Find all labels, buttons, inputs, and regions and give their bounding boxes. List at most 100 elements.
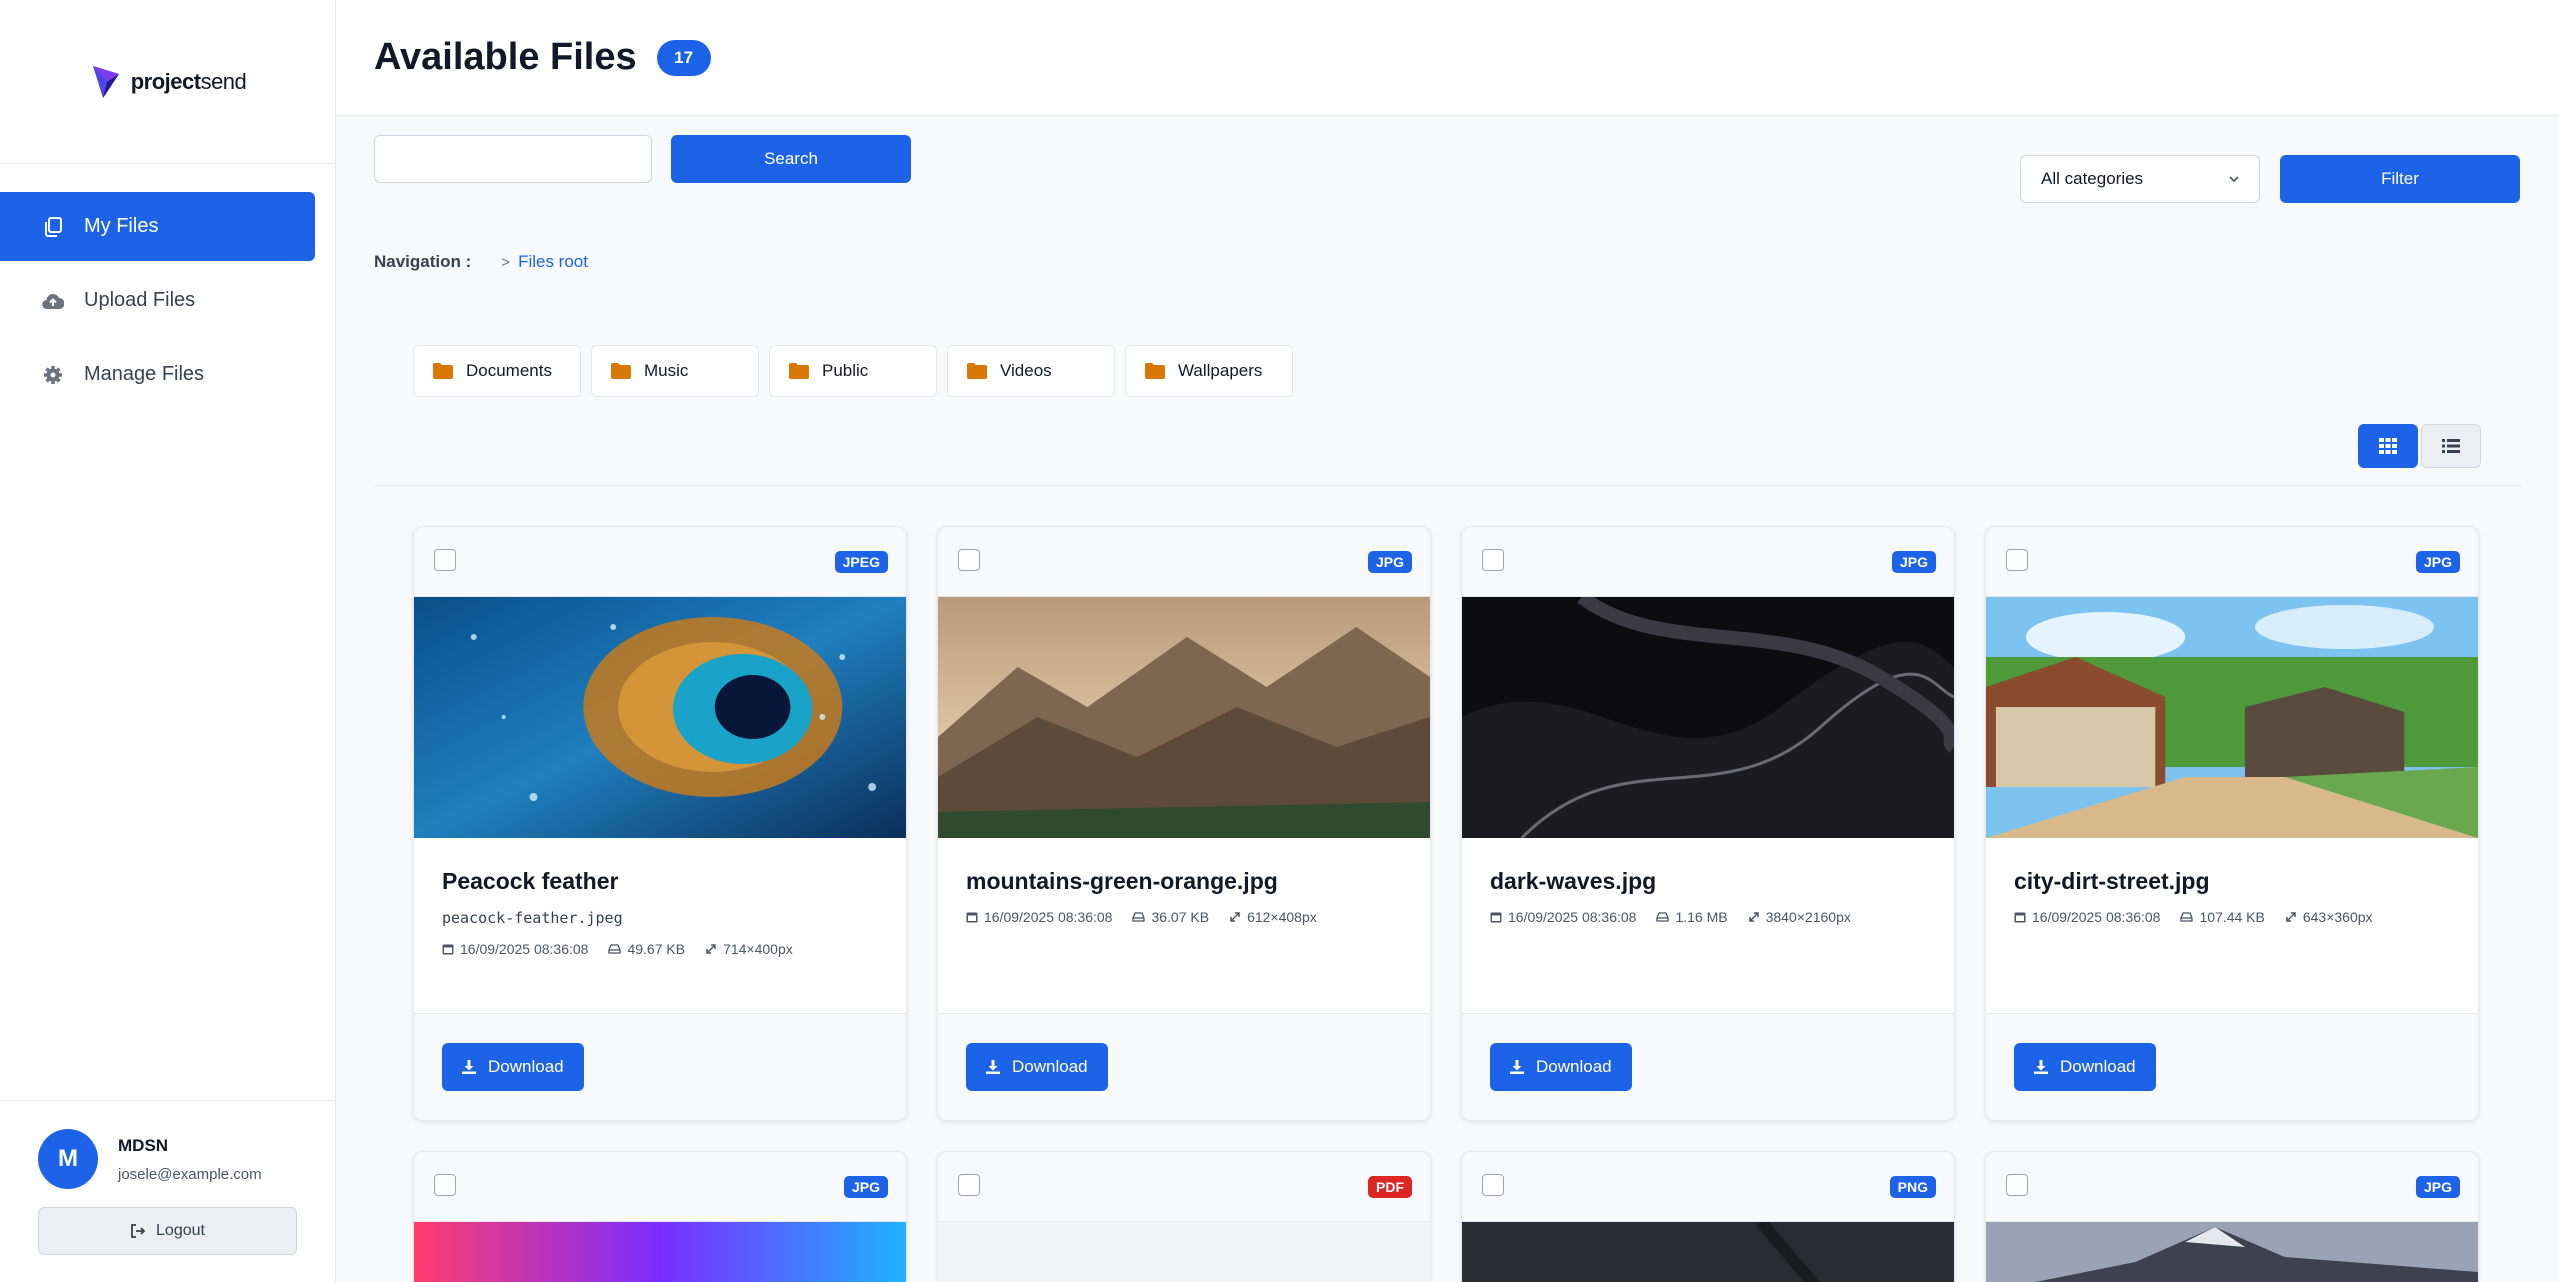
file-grid: JPEG Peacock feather peacock-feather.jpe… <box>413 526 2479 1282</box>
file-size: 1.16 MB <box>1675 909 1728 925</box>
folder-wallpapers[interactable]: Wallpapers <box>1125 345 1293 397</box>
download-icon <box>1510 1060 1524 1074</box>
user-name: MDSN <box>118 1135 169 1155</box>
view-toggle <box>2358 424 2481 468</box>
gear-icon <box>42 364 64 386</box>
download-label: Download <box>488 1057 564 1076</box>
file-card: JPG city-dirt-street.jpg 16/09/2025 08:3… <box>1985 526 2479 1121</box>
download-button[interactable]: Download <box>966 1043 1108 1091</box>
select-checkbox[interactable] <box>1482 549 1504 571</box>
file-thumbnail[interactable] <box>1462 597 1954 838</box>
file-type-badge: PNG <box>1889 1176 1936 1198</box>
select-checkbox[interactable] <box>958 1174 980 1196</box>
list-view-button[interactable] <box>2421 424 2481 468</box>
file-thumbnail[interactable] <box>1462 1222 1954 1282</box>
page-header: Available Files 17 <box>336 0 2559 116</box>
file-thumbnail[interactable] <box>1986 1222 2478 1282</box>
download-label: Download <box>1012 1057 1088 1076</box>
download-label: Download <box>1536 1057 1612 1076</box>
file-dimensions: 714×400px <box>723 941 793 957</box>
folder-label: Videos <box>1000 361 1052 380</box>
file-type-badge: JPEG <box>834 551 888 573</box>
download-icon <box>462 1060 476 1074</box>
file-meta: 16/09/2025 08:36:08 36.07 KB 612×408px <box>966 909 1402 925</box>
calendar-icon <box>966 912 978 923</box>
file-type-badge: JPG <box>843 1176 888 1198</box>
hard-drive-icon <box>1656 912 1670 922</box>
expand-icon <box>706 944 716 954</box>
folder-icon <box>1145 363 1165 379</box>
logout-button[interactable]: Logout <box>38 1207 297 1255</box>
breadcrumb-label: Navigation : <box>374 252 472 271</box>
sidebar-item-my-files[interactable]: My Files <box>0 192 315 261</box>
sidebar-item-label: Upload Files <box>84 289 196 311</box>
download-button[interactable]: Download <box>2014 1043 2156 1091</box>
search-input[interactable] <box>374 135 652 183</box>
folder-public[interactable]: Public <box>769 345 937 397</box>
file-card: JPG mountains-green-orange.jpg 16/09/202… <box>937 526 1431 1121</box>
select-checkbox[interactable] <box>1482 1174 1504 1196</box>
folder-documents[interactable]: Documents <box>413 345 581 397</box>
file-thumbnail[interactable] <box>938 597 1430 838</box>
file-meta: 16/09/2025 08:36:08 49.67 KB 714×400px <box>442 941 878 957</box>
file-dimensions: 643×360px <box>2302 909 2373 925</box>
hard-drive-icon <box>608 944 622 954</box>
file-thumbnail[interactable] <box>414 1222 906 1282</box>
file-thumbnail-placeholder[interactable] <box>938 1222 1430 1282</box>
expand-icon <box>1748 912 1759 922</box>
main-content: Available Files 17 Search All categories… <box>336 0 2559 1282</box>
folder-label: Music <box>644 361 689 380</box>
sidebar-item-manage-files[interactable]: Manage Files <box>0 340 315 409</box>
files-icon <box>42 216 64 238</box>
select-checkbox[interactable] <box>434 549 456 571</box>
folder-music[interactable]: Music <box>591 345 759 397</box>
file-count-badge: 17 <box>656 39 711 76</box>
file-card: JPG dark-waves.jpg 16/09/2025 08:36:08 1… <box>1461 526 1955 1121</box>
breadcrumb-separator: > <box>501 253 511 271</box>
file-size: 107.44 KB <box>2199 909 2265 925</box>
file-date: 16/09/2025 08:36:08 <box>2032 909 2161 925</box>
file-size: 36.07 KB <box>1151 909 1210 925</box>
file-original-name: peacock-feather.jpeg <box>442 909 623 927</box>
file-type-badge: JPG <box>1367 551 1412 573</box>
brand-logo[interactable]: projectsend <box>0 0 335 164</box>
hard-drive-icon <box>2180 912 2194 922</box>
file-type-badge: JPG <box>2415 551 2460 573</box>
breadcrumb-files-root[interactable]: Files root <box>518 252 588 272</box>
download-label: Download <box>2060 1057 2136 1076</box>
file-title: Peacock feather <box>442 868 619 894</box>
file-card: JPEG Peacock feather peacock-feather.jpe… <box>413 526 907 1121</box>
select-checkbox[interactable] <box>958 549 980 571</box>
file-dimensions: 612×408px <box>1247 909 1317 925</box>
select-checkbox[interactable] <box>434 1174 456 1196</box>
download-button[interactable]: Download <box>442 1043 584 1091</box>
cloud-upload-icon <box>42 290 64 312</box>
file-thumbnail[interactable] <box>414 597 906 838</box>
file-meta: 16/09/2025 08:36:08 1.16 MB 3840×2160px <box>1490 909 1926 925</box>
file-type-badge: JPG <box>1891 551 1936 573</box>
page-title: Available Files <box>374 36 637 78</box>
grid-view-button[interactable] <box>2358 424 2418 468</box>
folder-label: Wallpapers <box>1178 361 1263 380</box>
download-icon <box>2034 1060 2048 1074</box>
sidebar-item-upload-files[interactable]: Upload Files <box>0 266 315 335</box>
user-email: josele@example.com <box>118 1165 262 1183</box>
file-title: dark-waves.jpg <box>1490 868 1657 894</box>
select-checkbox[interactable] <box>2006 549 2028 571</box>
download-button[interactable]: Download <box>1490 1043 1632 1091</box>
sidebar: projectsend My Files Upload Files Manage… <box>0 0 336 1282</box>
category-select[interactable]: All categories <box>2020 155 2260 203</box>
file-thumbnail[interactable] <box>1986 597 2478 838</box>
folder-videos[interactable]: Videos <box>947 345 1115 397</box>
search-button[interactable]: Search <box>671 135 911 183</box>
filter-button[interactable]: Filter <box>2280 155 2520 203</box>
folder-label: Public <box>822 361 869 380</box>
file-title: mountains-green-orange.jpg <box>966 868 1278 894</box>
file-date: 16/09/2025 08:36:08 <box>1508 909 1637 925</box>
select-checkbox[interactable] <box>2006 1174 2028 1196</box>
file-card: JPG <box>413 1151 907 1282</box>
grid-icon <box>2379 438 2397 454</box>
sidebar-item-label: Manage Files <box>84 363 205 385</box>
file-date: 16/09/2025 08:36:08 <box>984 909 1113 925</box>
folder-icon <box>611 363 631 379</box>
